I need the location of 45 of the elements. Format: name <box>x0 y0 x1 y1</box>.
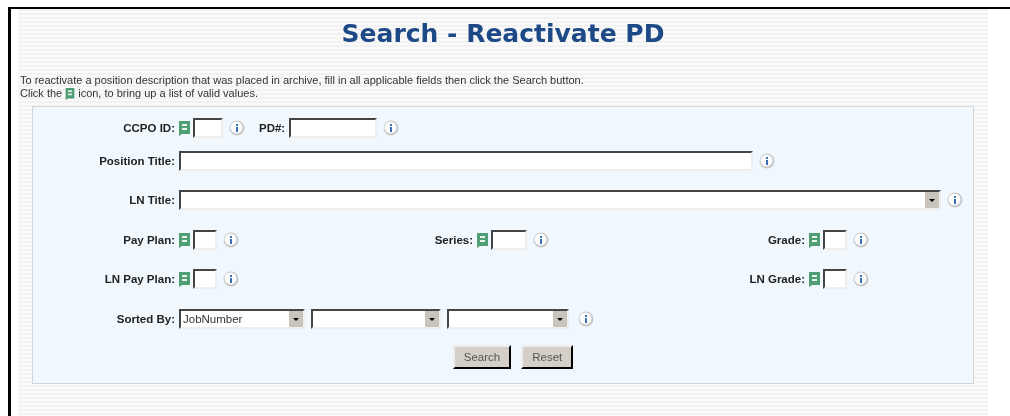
info-icon[interactable] <box>947 192 963 208</box>
text-field[interactable] <box>289 118 378 138</box>
info-icon[interactable] <box>759 153 775 169</box>
list-icon[interactable] <box>179 232 190 248</box>
instruction-text: Click the <box>20 87 63 100</box>
info-icon[interactable] <box>578 311 594 327</box>
info-icon[interactable] <box>223 232 239 248</box>
field-label: Position Title: <box>98 155 176 167</box>
field-label: LN Title: <box>128 194 176 206</box>
field-label: PD#: <box>259 122 287 134</box>
list-icon[interactable] <box>477 232 488 248</box>
field-label: LN Pay Plan: <box>104 273 176 285</box>
list-icon[interactable] <box>179 120 190 136</box>
info-icon[interactable] <box>533 232 549 248</box>
field-label: Pay Plan: <box>123 234 176 246</box>
list-icon <box>65 87 76 100</box>
dropdown-field[interactable] <box>447 309 569 329</box>
field-label: Sorted By: <box>115 313 176 325</box>
text-field[interactable] <box>491 230 527 250</box>
reset-button[interactable]: Reset <box>521 345 574 369</box>
text-field[interactable] <box>179 151 753 171</box>
dropdown-field[interactable]: JobNumber <box>179 309 305 329</box>
dropdown-field[interactable] <box>311 309 441 329</box>
info-icon[interactable] <box>853 232 869 248</box>
text-field[interactable] <box>193 230 217 250</box>
search-button[interactable]: Search <box>452 345 512 369</box>
text-field[interactable] <box>823 230 847 250</box>
list-icon[interactable] <box>179 271 190 287</box>
field-label: CCPO ID: <box>122 122 176 134</box>
field-label: Grade: <box>767 234 806 246</box>
info-icon[interactable] <box>229 120 245 136</box>
info-icon[interactable] <box>383 120 400 136</box>
text-field[interactable] <box>193 118 223 138</box>
info-icon[interactable] <box>853 271 869 287</box>
instruction-text: icon, to bring up a list of valid values. <box>78 87 258 100</box>
field-label: LN Grade: <box>749 273 806 285</box>
list-icon[interactable] <box>809 232 820 248</box>
field-label: Series: <box>434 234 474 246</box>
dropdown-field[interactable] <box>179 190 941 210</box>
text-field[interactable] <box>193 269 217 289</box>
text-field[interactable] <box>823 269 847 289</box>
info-icon[interactable] <box>223 271 239 287</box>
page-title: Search - Reactivate PD <box>340 19 666 48</box>
instruction-text: To reactivate a position description that was placed in archive, fill in all applicable fields then click the Search button. <box>20 74 584 87</box>
list-icon[interactable] <box>809 271 820 287</box>
